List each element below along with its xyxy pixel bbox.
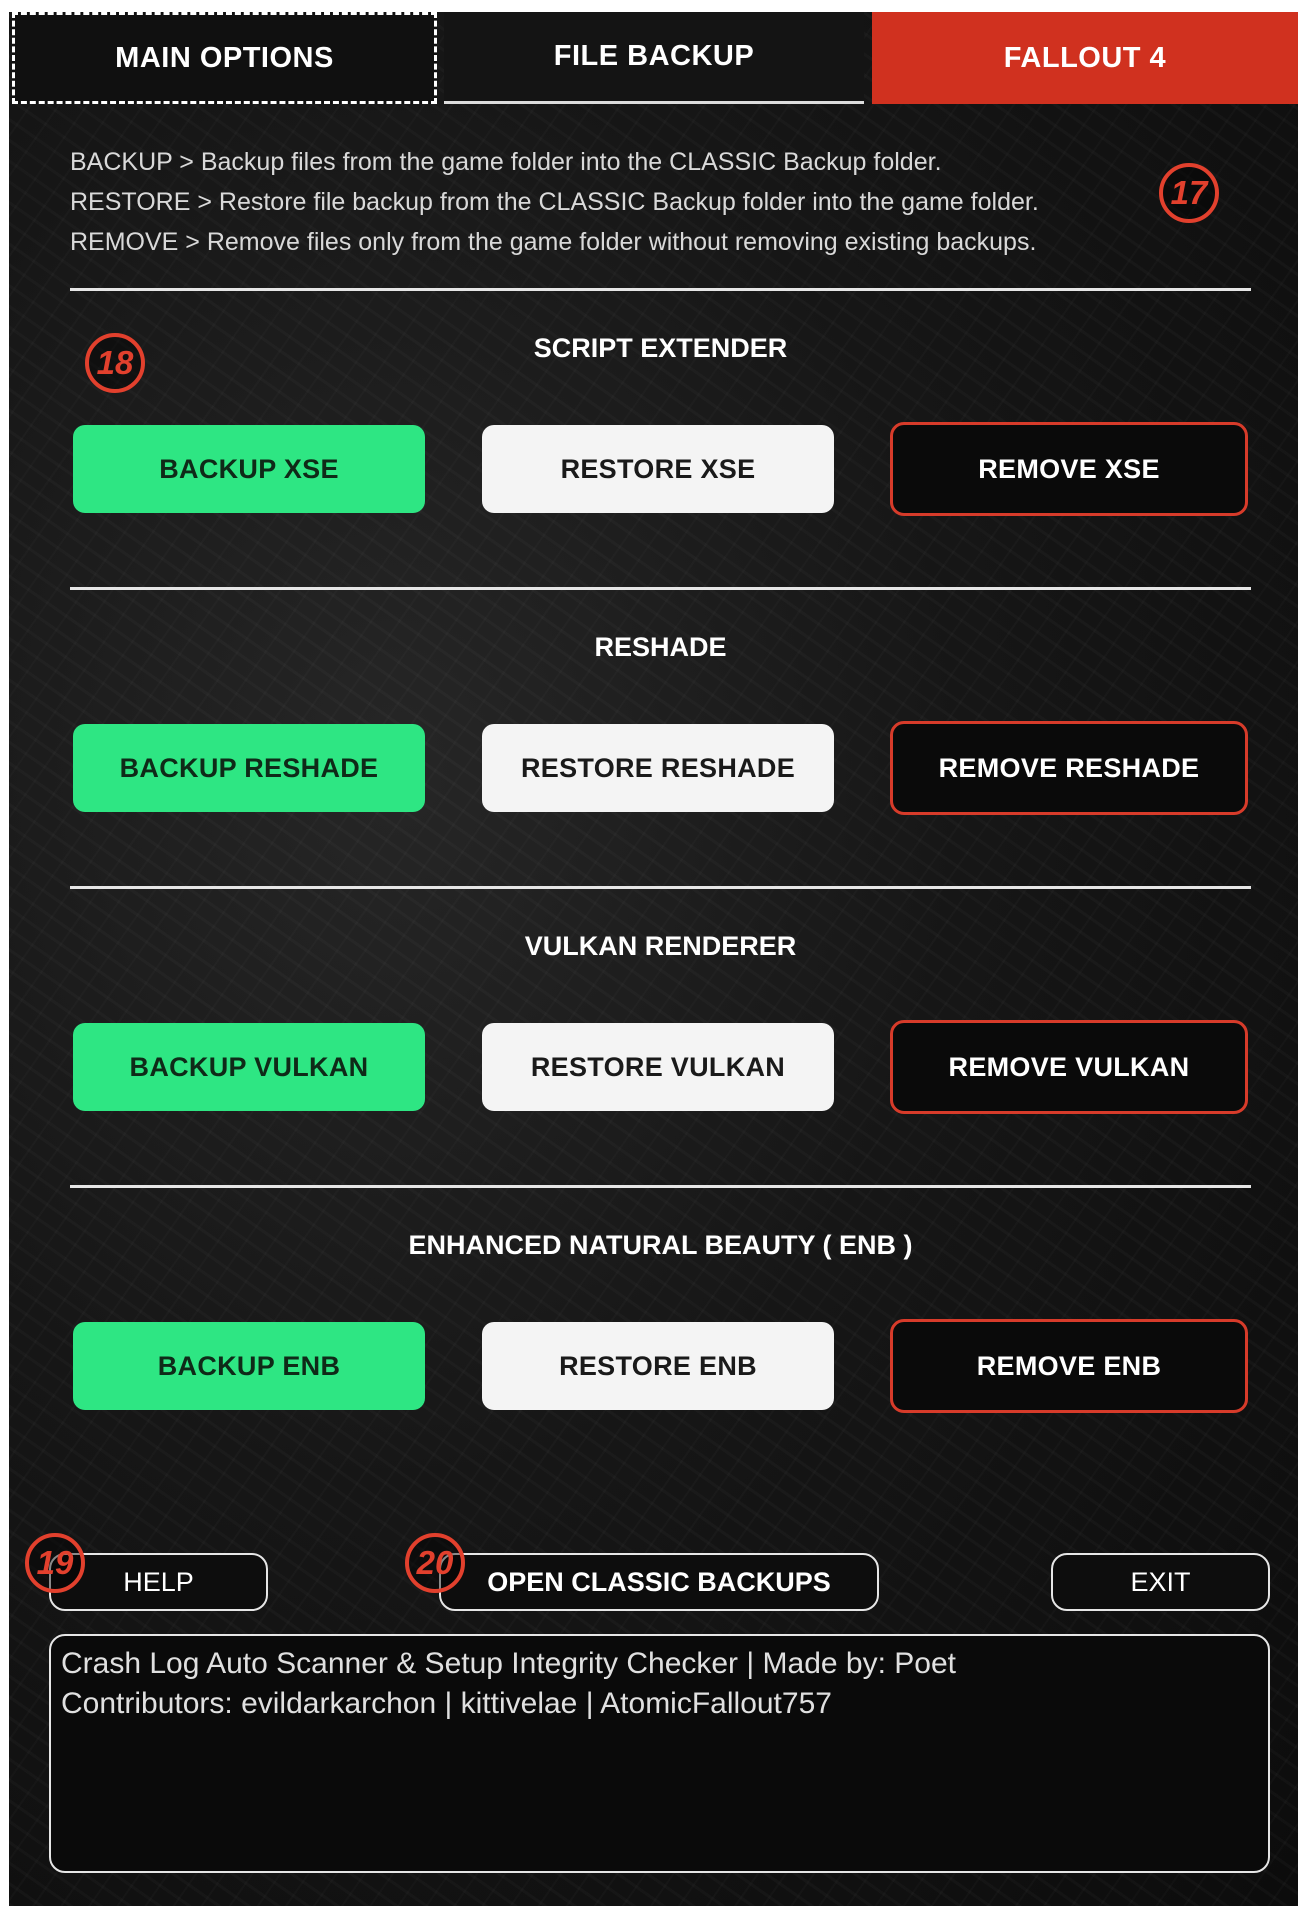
restore-reshade-button[interactable]: RESTORE RESHADE bbox=[482, 724, 834, 812]
backup-reshade-button[interactable]: BACKUP RESHADE bbox=[73, 724, 425, 812]
divider bbox=[70, 886, 1251, 889]
annotation-marker-18: 18 bbox=[85, 333, 145, 393]
tab-file-backup[interactable]: FILE BACKUP bbox=[444, 12, 864, 104]
backup-enb-button[interactable]: BACKUP ENB bbox=[73, 1322, 425, 1410]
remove-vulkan-button[interactable]: REMOVE VULKAN bbox=[890, 1020, 1248, 1114]
divider bbox=[70, 288, 1251, 291]
open-classic-backups-button[interactable]: OPEN CLASSIC BACKUPS bbox=[439, 1553, 879, 1611]
restore-enb-button[interactable]: RESTORE ENB bbox=[482, 1322, 834, 1410]
log-line: Crash Log Auto Scanner & Setup Integrity… bbox=[61, 1647, 956, 1680]
section-title-script-extender: SCRIPT EXTENDER bbox=[533, 333, 788, 363]
section-title-enb: ENHANCED NATURAL BEAUTY ( ENB ) bbox=[408, 1230, 913, 1260]
backup-vulkan-button[interactable]: BACKUP VULKAN bbox=[73, 1023, 425, 1111]
tab-fallout-4[interactable]: FALLOUT 4 bbox=[872, 12, 1298, 104]
info-remove: REMOVE > Remove files only from the game… bbox=[70, 228, 1037, 256]
restore-vulkan-button[interactable]: RESTORE VULKAN bbox=[482, 1023, 834, 1111]
section-title-vulkan-renderer: VULKAN RENDERER bbox=[524, 931, 797, 961]
backup-window: MAIN OPTIONS FILE BACKUP FALLOUT 4 BACKU… bbox=[9, 12, 1298, 1906]
annotation-marker-17: 17 bbox=[1159, 163, 1219, 223]
annotation-marker-20: 20 bbox=[405, 1533, 465, 1593]
info-backup: BACKUP > Backup files from the game fold… bbox=[70, 148, 942, 176]
info-text: BACKUP > Backup files from the game fold… bbox=[70, 142, 1039, 262]
divider bbox=[70, 587, 1251, 590]
remove-xse-button[interactable]: REMOVE XSE bbox=[890, 422, 1248, 516]
info-restore: RESTORE > Restore file backup from the C… bbox=[70, 188, 1039, 216]
restore-xse-button[interactable]: RESTORE XSE bbox=[482, 425, 834, 513]
tab-main-options[interactable]: MAIN OPTIONS bbox=[12, 12, 437, 104]
log-line: Contributors: evildarkarchon | kittivela… bbox=[61, 1687, 832, 1720]
remove-enb-button[interactable]: REMOVE ENB bbox=[890, 1319, 1248, 1413]
annotation-marker-19: 19 bbox=[25, 1533, 85, 1593]
exit-button[interactable]: EXIT bbox=[1051, 1553, 1270, 1611]
section-title-reshade: RESHADE bbox=[594, 632, 727, 662]
backup-xse-button[interactable]: BACKUP XSE bbox=[73, 425, 425, 513]
remove-reshade-button[interactable]: REMOVE RESHADE bbox=[890, 721, 1248, 815]
divider bbox=[70, 1185, 1251, 1188]
output-log[interactable]: Crash Log Auto Scanner & Setup Integrity… bbox=[49, 1634, 1270, 1873]
